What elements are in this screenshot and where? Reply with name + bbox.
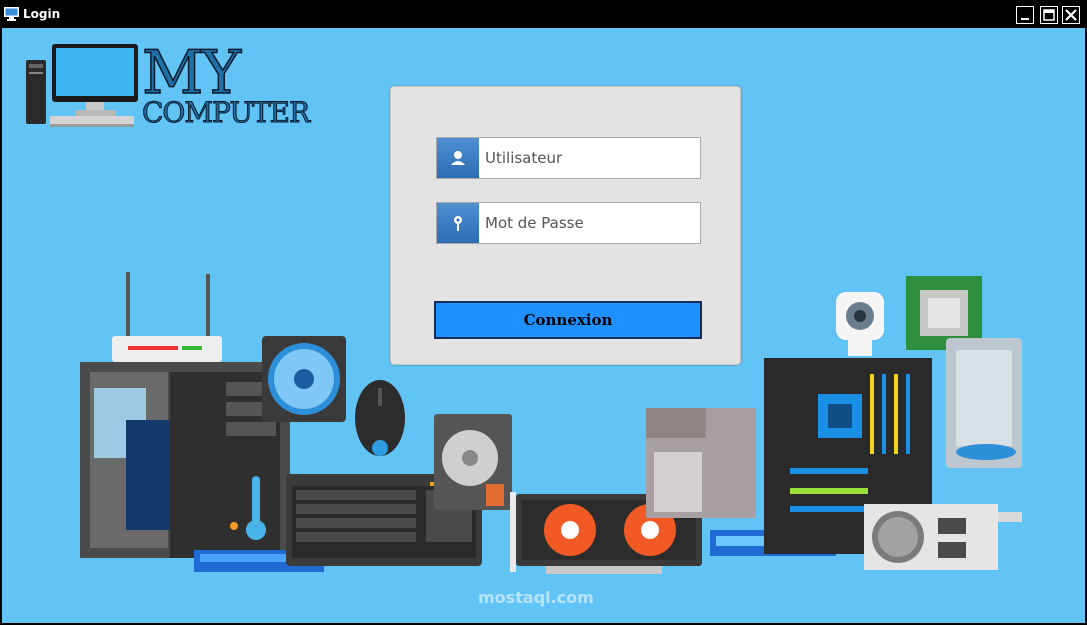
- maximize-icon: [1043, 9, 1055, 21]
- connect-button[interactable]: Connexion: [434, 301, 702, 339]
- login-window: Login MY COMPUTER mostaql.com Utilisateu…: [0, 0, 1087, 625]
- router-illustration: [112, 272, 222, 362]
- title-bar[interactable]: Login: [0, 0, 1087, 28]
- window-app-icon: [4, 7, 19, 21]
- cpu-cooler-illustration: [262, 336, 346, 422]
- password-input[interactable]: [481, 203, 707, 243]
- user-icon: [451, 151, 465, 165]
- window-title: Login: [23, 7, 61, 21]
- close-icon: [1065, 9, 1077, 21]
- maximize-button[interactable]: [1040, 6, 1058, 24]
- power-supply-illustration: [646, 408, 756, 518]
- close-button[interactable]: [1062, 6, 1080, 24]
- mouse-illustration: [355, 380, 405, 456]
- login-panel: Connexion: [390, 86, 741, 365]
- minimize-icon: [1021, 18, 1029, 20]
- hard-drive-illustration: [434, 414, 512, 510]
- optical-drive-illustration: [946, 338, 1022, 468]
- username-field[interactable]: [436, 137, 707, 179]
- user-icon-box: [437, 138, 479, 178]
- watermark-text: mostaql.com: [478, 588, 594, 607]
- webcam-illustration: [836, 292, 884, 356]
- psu-front-illustration: [864, 504, 1022, 570]
- minimize-button[interactable]: [1016, 6, 1034, 24]
- password-field[interactable]: [436, 202, 707, 244]
- login-content: MY COMPUTER mostaql.com Utilisateur Conn…: [2, 28, 1085, 623]
- key-icon-box: [437, 203, 479, 243]
- username-input[interactable]: [481, 138, 707, 178]
- key-icon: [454, 216, 462, 231]
